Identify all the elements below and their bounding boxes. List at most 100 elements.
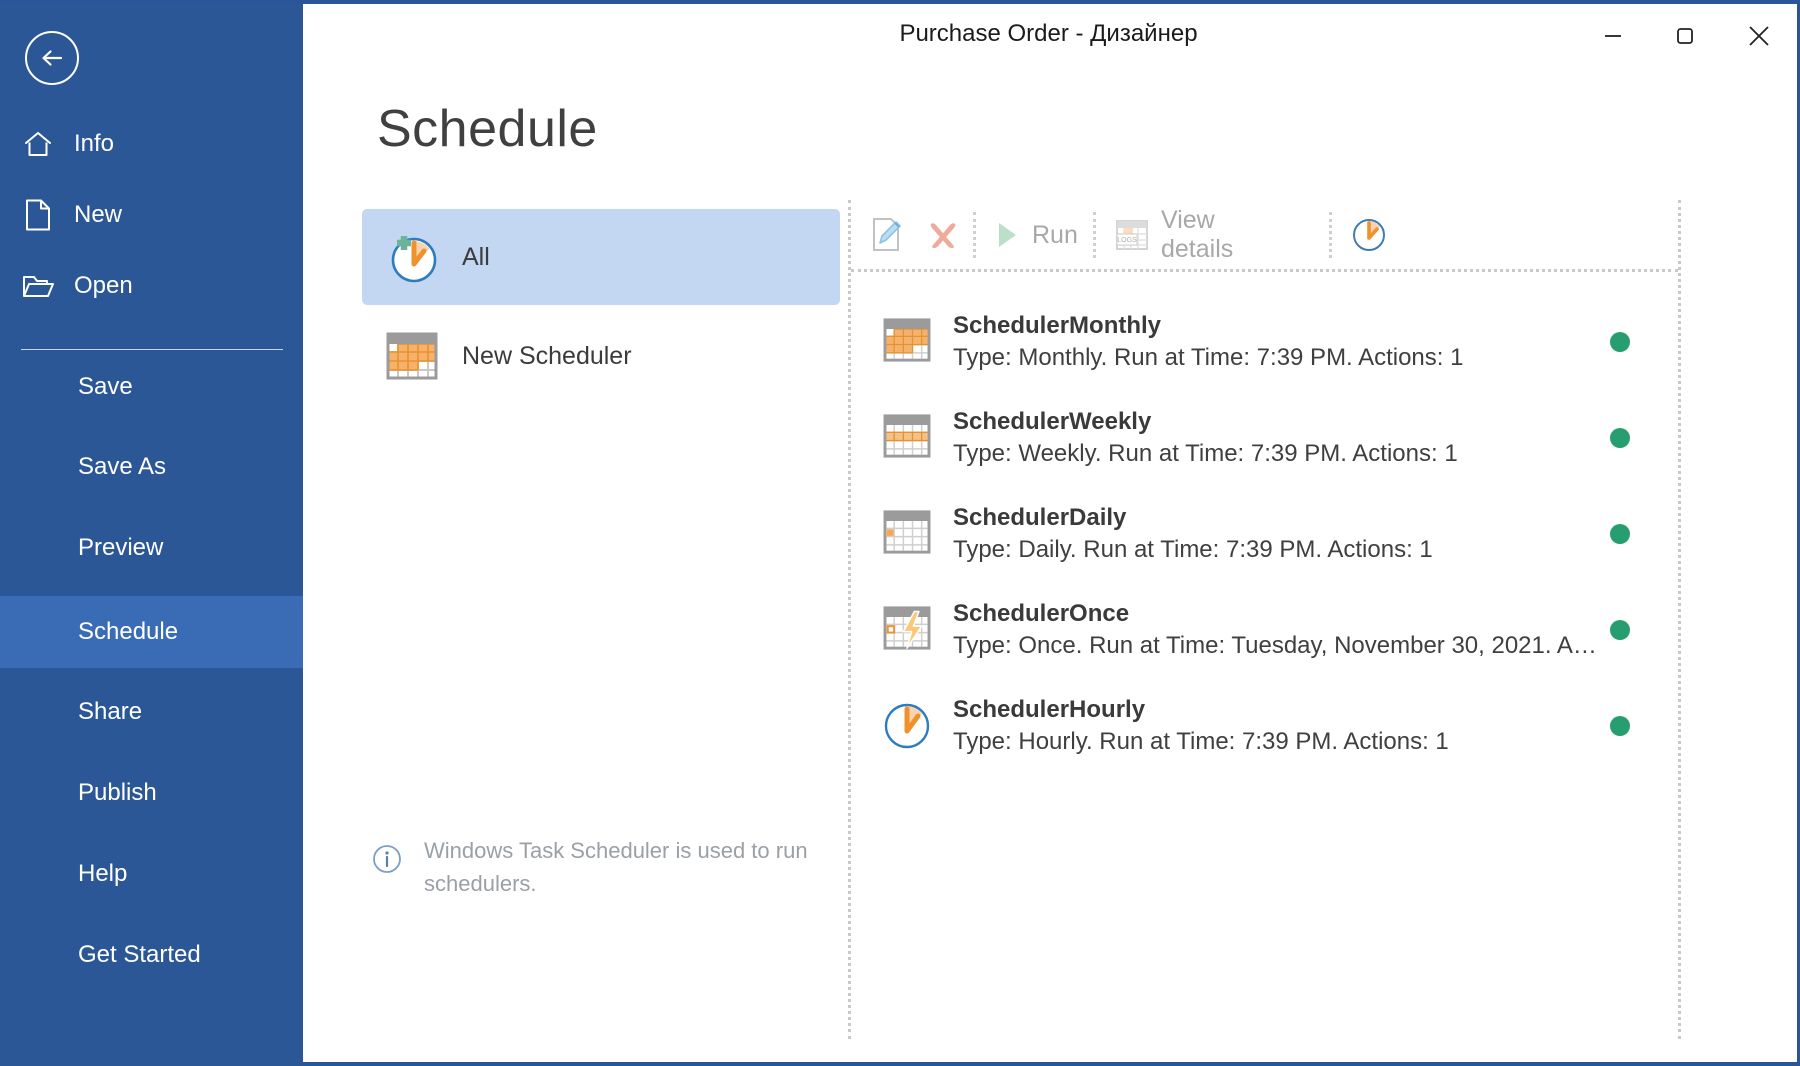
status-badge <box>1610 524 1630 544</box>
sidebar-item-share[interactable]: Share <box>0 684 303 740</box>
scheduler-details: Type: Daily. Run at Time: 7:39 PM. Actio… <box>953 535 1433 563</box>
sidebar-item-open[interactable]: Open <box>0 258 303 314</box>
toolbar-group-details: LOGS View details <box>1115 204 1233 266</box>
sidebar-divider <box>21 349 283 350</box>
sidebar-item-label: Schedule <box>78 618 179 645</box>
sidebar-item-save-as[interactable]: Save As <box>0 439 303 495</box>
scheduler-details: Type: Hourly. Run at Time: 7:39 PM. Acti… <box>953 727 1449 755</box>
add-clock-icon <box>384 229 440 285</box>
scheduler-categories-pane: All New Scheduler Windows Task Scheduler… <box>362 209 842 1039</box>
app-window: Info New Open Save Save As Preview Sched… <box>0 0 1800 1066</box>
sidebar-item-info[interactable]: Info <box>0 116 303 172</box>
scheduler-info: SchedulerDaily Type: Daily. Run at Time:… <box>953 503 1598 566</box>
sidebar-item-get-started[interactable]: Get Started <box>0 927 303 983</box>
document-icon <box>16 199 60 231</box>
refresh-schedule-button[interactable] <box>1351 204 1387 266</box>
view-details-button[interactable]: LOGS View details <box>1115 204 1233 266</box>
toolbar-group-edit <box>871 204 961 266</box>
scheduler-name: SchedulerMonthly <box>953 311 1162 339</box>
sidebar-item-label: Get Started <box>78 941 201 968</box>
new-scheduler-item[interactable]: New Scheduler <box>362 326 840 386</box>
calendar-monthly-icon <box>883 318 931 366</box>
delete-scheduler-button[interactable] <box>925 204 961 266</box>
close-icon <box>1749 26 1769 46</box>
table-row[interactable]: SchedulerWeekly Type: Weekly. Run at Tim… <box>851 390 1678 486</box>
scheduler-info: SchedulerOnce Type: Once. Run at Time: T… <box>953 599 1598 662</box>
info-note-text: Windows Task Scheduler is used to run sc… <box>424 838 808 896</box>
calendar-weekly-icon <box>883 414 931 462</box>
scheduler-info: SchedulerHourly Type: Hourly. Run at Tim… <box>953 695 1598 758</box>
status-badge <box>1610 620 1630 640</box>
scheduler-name: SchedulerDaily <box>953 503 1127 531</box>
toolbar-separator <box>973 212 976 258</box>
clock-hourly-icon <box>883 702 931 750</box>
home-icon <box>16 130 60 158</box>
sidebar: Info New Open Save Save As Preview Sched… <box>0 4 303 1066</box>
info-note: Windows Task Scheduler is used to run sc… <box>372 834 812 900</box>
sidebar-item-new[interactable]: New <box>0 187 303 243</box>
edit-scheduler-button[interactable] <box>871 204 905 266</box>
category-all[interactable]: All <box>362 209 840 305</box>
toolbar-group-run: Run <box>994 204 1078 266</box>
info-icon <box>372 844 402 879</box>
pane-divider-right <box>1678 200 1681 1039</box>
sidebar-item-label: Open <box>74 272 133 299</box>
title-bar: Purchase Order - Дизайнер <box>303 8 1794 66</box>
window-title: Purchase Order - Дизайнер <box>899 20 1198 47</box>
folder-icon <box>16 272 60 300</box>
back-arrow-icon <box>42 50 63 66</box>
category-all-label: All <box>462 242 490 271</box>
sidebar-item-label: Publish <box>78 779 157 806</box>
edit-document-icon <box>871 217 905 253</box>
calendar-daily-icon <box>883 510 931 558</box>
toolbar-group-refresh <box>1351 204 1387 266</box>
table-row[interactable]: SchedulerOnce Type: Once. Run at Time: T… <box>851 582 1678 678</box>
sidebar-item-save[interactable]: Save <box>0 359 303 415</box>
sidebar-item-label: Info <box>74 130 115 157</box>
view-details-label: View details <box>1161 206 1234 263</box>
logs-icon: LOGS <box>1115 219 1149 251</box>
sidebar-item-schedule[interactable]: Schedule <box>0 596 303 668</box>
delete-x-icon <box>925 217 961 253</box>
status-badge <box>1610 428 1630 448</box>
table-row[interactable]: SchedulerDaily Type: Daily. Run at Time:… <box>851 486 1678 582</box>
scheduler-details: Type: Once. Run at Time: Tuesday, Novemb… <box>953 631 1598 659</box>
scheduler-list: SchedulerMonthly Type: Monthly. Run at T… <box>851 294 1678 774</box>
clock-icon <box>1351 217 1387 253</box>
sidebar-item-label: Help <box>78 860 128 887</box>
maximize-icon <box>1677 28 1693 44</box>
scheduler-name: SchedulerHourly <box>953 695 1146 723</box>
calendar-once-icon <box>883 606 931 654</box>
sidebar-item-label: New <box>74 201 123 228</box>
toolbar-separator <box>1093 212 1096 258</box>
scheduler-name: SchedulerWeekly <box>953 407 1152 435</box>
scheduler-info: SchedulerWeekly Type: Weekly. Run at Tim… <box>953 407 1598 470</box>
calendar-icon <box>386 332 438 380</box>
back-button[interactable] <box>25 31 79 85</box>
svg-text:LOGS: LOGS <box>1117 237 1137 244</box>
maximize-button[interactable] <box>1657 8 1713 64</box>
sidebar-item-publish[interactable]: Publish <box>0 765 303 821</box>
toolbar-separator <box>1329 212 1332 258</box>
new-scheduler-label: New Scheduler <box>462 341 632 370</box>
run-button[interactable]: Run <box>994 204 1078 266</box>
minimize-button[interactable] <box>1585 8 1641 64</box>
play-icon <box>994 220 1020 250</box>
scheduler-details: Type: Weekly. Run at Time: 7:39 PM. Acti… <box>953 439 1458 467</box>
sidebar-item-label: Save <box>78 373 133 400</box>
status-badge <box>1610 332 1630 352</box>
table-row[interactable]: SchedulerHourly Type: Hourly. Run at Tim… <box>851 678 1678 774</box>
sidebar-item-label: Preview <box>78 534 164 561</box>
table-row[interactable]: SchedulerMonthly Type: Monthly. Run at T… <box>851 294 1678 390</box>
sidebar-item-label: Share <box>78 698 143 725</box>
scheduler-name: SchedulerOnce <box>953 599 1130 627</box>
close-button[interactable] <box>1731 8 1787 64</box>
page-title: Schedule <box>377 100 598 158</box>
toolbar-divider <box>851 269 1678 272</box>
scheduler-info: SchedulerMonthly Type: Monthly. Run at T… <box>953 311 1598 374</box>
sidebar-item-help[interactable]: Help <box>0 846 303 902</box>
run-label: Run <box>1032 220 1078 249</box>
status-badge <box>1610 716 1630 736</box>
sidebar-item-preview[interactable]: Preview <box>0 520 303 576</box>
scheduler-details: Type: Monthly. Run at Time: 7:39 PM. Act… <box>953 343 1464 371</box>
